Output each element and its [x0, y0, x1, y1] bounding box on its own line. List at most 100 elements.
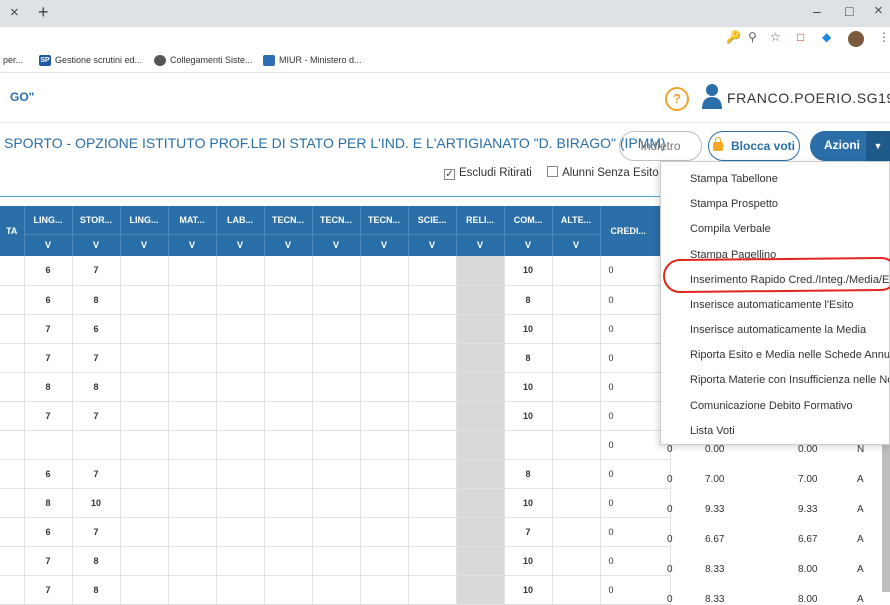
window-minimize-icon[interactable]: –: [813, 3, 821, 19]
table-cell[interactable]: [216, 314, 265, 344]
window-close-icon[interactable]: ×: [874, 2, 883, 19]
table-cell[interactable]: [216, 343, 265, 373]
lock-votes-button[interactable]: Blocca voti: [708, 131, 800, 161]
table-cell[interactable]: [168, 401, 217, 431]
table-cell[interactable]: 10: [504, 401, 553, 431]
table-cell[interactable]: 6: [24, 517, 73, 547]
table-cell[interactable]: [408, 314, 457, 344]
table-cell[interactable]: A: [857, 564, 864, 575]
table-cell[interactable]: 0: [667, 564, 673, 575]
table-cell[interactable]: 8: [72, 575, 121, 605]
star-icon[interactable]: ☆: [770, 30, 781, 44]
table-cell[interactable]: [0, 372, 25, 402]
table-cell[interactable]: 0.00: [798, 444, 817, 455]
table-cell[interactable]: 7: [72, 459, 121, 489]
bookmark-item[interactable]: MIUR - Ministero d...: [263, 55, 362, 67]
table-cell[interactable]: [552, 430, 601, 460]
table-cell[interactable]: 0: [600, 488, 671, 518]
table-cell[interactable]: 0: [600, 517, 671, 547]
table-cell[interactable]: 0: [667, 594, 673, 605]
menu-item-stampa-prospetto[interactable]: Stampa Prospetto: [690, 198, 778, 210]
table-cell[interactable]: [312, 314, 361, 344]
table-cell[interactable]: [0, 401, 25, 431]
table-row[interactable]: 8 8 10 0: [0, 372, 671, 402]
window-maximize-icon[interactable]: □: [845, 3, 853, 19]
table-cell[interactable]: [264, 488, 313, 518]
table-cell[interactable]: [168, 459, 217, 489]
checkbox-checked-icon[interactable]: ✓: [444, 169, 455, 180]
user-name[interactable]: FRANCO.POERIO.SG19166: [727, 90, 890, 106]
table-cell[interactable]: 10: [504, 488, 553, 518]
menu-item-inserisce-esito[interactable]: Inserisce automaticamente l'Esito: [690, 299, 854, 311]
table-cell[interactable]: [456, 459, 505, 489]
table-cell[interactable]: [312, 430, 361, 460]
table-cell[interactable]: [360, 575, 409, 605]
table-cell[interactable]: [312, 488, 361, 518]
table-cell[interactable]: [408, 546, 457, 576]
table-cell[interactable]: [0, 285, 25, 315]
column-header[interactable]: TA: [0, 206, 25, 256]
table-cell[interactable]: [120, 401, 169, 431]
table-row[interactable]: 8 10 10 0: [0, 488, 671, 518]
table-cell[interactable]: [264, 430, 313, 460]
table-cell[interactable]: [456, 314, 505, 344]
column-header[interactable]: COM...: [504, 206, 553, 234]
filter-escludi-ritirati[interactable]: ✓ Escludi Ritirati: [444, 167, 532, 180]
table-cell[interactable]: [120, 343, 169, 373]
table-cell[interactable]: [360, 285, 409, 315]
table-cell[interactable]: [456, 517, 505, 547]
table-cell[interactable]: 7: [504, 517, 553, 547]
column-header[interactable]: ALTE...: [552, 206, 601, 234]
table-cell[interactable]: [168, 314, 217, 344]
table-cell[interactable]: [216, 488, 265, 518]
table-cell[interactable]: 7: [72, 517, 121, 547]
table-cell[interactable]: [456, 430, 505, 460]
table-cell[interactable]: 8: [72, 546, 121, 576]
table-cell[interactable]: 0: [600, 459, 671, 489]
table-cell[interactable]: [0, 256, 25, 286]
column-header[interactable]: SCIE...: [408, 206, 457, 234]
table-cell[interactable]: 0: [667, 474, 673, 485]
table-cell[interactable]: 8: [72, 372, 121, 402]
table-cell[interactable]: 8: [24, 372, 73, 402]
new-tab-icon[interactable]: +: [38, 2, 49, 23]
column-header[interactable]: MAT...: [168, 206, 217, 234]
column-header[interactable]: LAB...: [216, 206, 265, 234]
filter-senza-esito[interactable]: Alunni Senza Esito: [547, 166, 659, 179]
table-cell[interactable]: [312, 459, 361, 489]
table-cell[interactable]: N: [857, 444, 864, 455]
table-cell[interactable]: [552, 343, 601, 373]
table-cell[interactable]: 7.00: [798, 474, 817, 485]
table-cell[interactable]: [408, 430, 457, 460]
table-row[interactable]: 6770: [0, 517, 671, 547]
table-cell[interactable]: [120, 372, 169, 402]
table-row[interactable]: 7 7 10 0: [0, 401, 671, 431]
table-cell[interactable]: [360, 517, 409, 547]
extension-icon[interactable]: ◆: [822, 30, 831, 44]
table-cell[interactable]: [552, 314, 601, 344]
table-cell[interactable]: A: [857, 534, 864, 545]
table-cell[interactable]: 7: [24, 575, 73, 605]
table-cell[interactable]: 8.33: [705, 594, 724, 605]
table-cell[interactable]: [216, 256, 265, 286]
table-cell[interactable]: [408, 285, 457, 315]
column-header[interactable]: RELI...: [456, 206, 505, 234]
table-cell[interactable]: [552, 401, 601, 431]
table-cell[interactable]: 8.00: [798, 594, 817, 605]
table-cell[interactable]: [456, 401, 505, 431]
table-cell[interactable]: 8: [504, 459, 553, 489]
table-cell[interactable]: [72, 430, 121, 460]
table-row[interactable]: 7 8 10 0: [0, 546, 671, 576]
table-cell[interactable]: [360, 401, 409, 431]
table-cell[interactable]: [456, 575, 505, 605]
table-cell[interactable]: 10: [504, 575, 553, 605]
table-cell[interactable]: [264, 314, 313, 344]
table-cell[interactable]: 6.67: [798, 534, 817, 545]
table-cell[interactable]: [408, 517, 457, 547]
table-cell[interactable]: [264, 517, 313, 547]
table-cell[interactable]: 6.67: [705, 534, 724, 545]
table-cell[interactable]: [168, 546, 217, 576]
table-cell[interactable]: [456, 256, 505, 286]
table-cell[interactable]: [408, 401, 457, 431]
table-cell[interactable]: 0: [600, 575, 671, 605]
